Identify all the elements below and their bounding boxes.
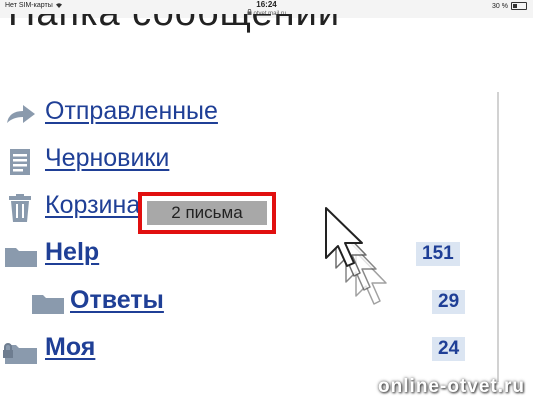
folder-label-trash[interactable]: Корзина (45, 191, 140, 220)
mouse-pointer-icon (325, 207, 387, 305)
folder-sent[interactable]: Отправленные (0, 97, 260, 137)
locked-folder-icon (3, 343, 37, 364)
folder-drafts[interactable]: Черновики (0, 144, 260, 184)
folder-icon (32, 295, 64, 314)
folder-icon (5, 248, 37, 267)
tooltip-text: 2 письма (147, 201, 267, 225)
folder-count-answers: 29 (432, 290, 466, 314)
panel-divider (497, 92, 499, 382)
folder-label-moya[interactable]: Моя (45, 333, 95, 362)
page-heading: Папка сообщений (8, 14, 340, 34)
battery-indicator: 30 % (492, 2, 527, 10)
folder-label-drafts[interactable]: Черновики (45, 144, 169, 173)
trash-icon (9, 194, 31, 222)
battery-percent: 30 % (492, 2, 508, 10)
folder-label-answers[interactable]: Ответы (70, 286, 164, 315)
watermark: online-otvet.ru (378, 376, 525, 397)
folder-label-sent[interactable]: Отправленные (45, 97, 218, 126)
folder-count-moya: 24 (432, 337, 466, 361)
drafts-icon (10, 149, 30, 175)
sent-arrow-icon (7, 105, 35, 123)
unread-tooltip: 2 письма (138, 192, 276, 234)
folder-label-help[interactable]: Help (45, 238, 99, 267)
heading-clip: Папка сообщений (0, 14, 533, 34)
clock: 16:24 (256, 0, 277, 9)
battery-icon (511, 2, 527, 10)
